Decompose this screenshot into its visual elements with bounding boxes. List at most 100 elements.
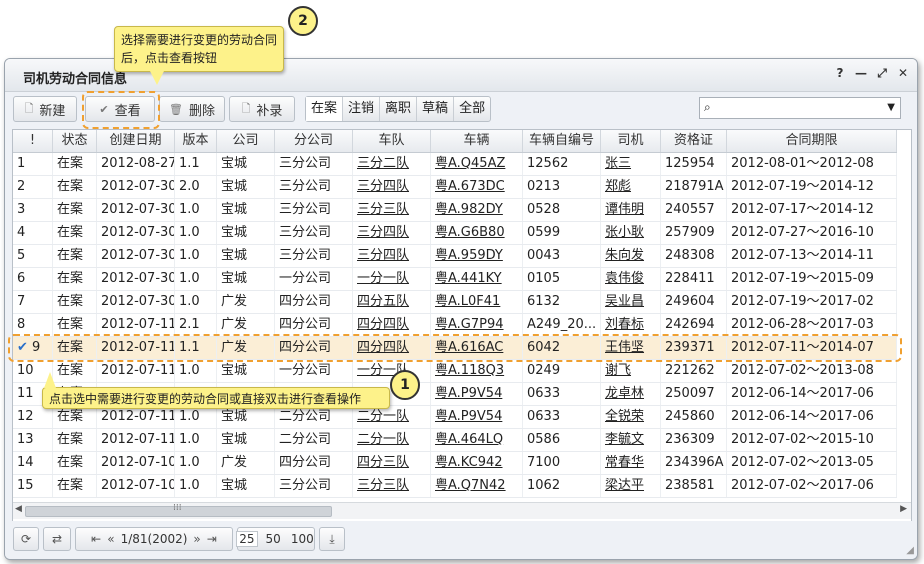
page-size-25[interactable]: 25 bbox=[236, 531, 258, 547]
filter-draft[interactable]: 草稿 bbox=[417, 97, 455, 121]
cell-version: 1.0 bbox=[175, 291, 217, 313]
cell-fleet[interactable]: 三分四队 bbox=[353, 222, 431, 244]
cell-vehicle-code: A249_20... bbox=[523, 314, 601, 336]
first-page-icon[interactable]: ⇤ bbox=[91, 532, 101, 546]
table-row[interactable]: 7 在案 2012-07-30 1.0 广发 四分公司 四分五队 粤A.L0F41 6132 吴业… bbox=[13, 291, 897, 314]
column-header-vehicle[interactable]: 车辆 bbox=[431, 130, 523, 152]
supplement-button[interactable]: 🗋 补录 bbox=[229, 96, 295, 122]
page-size-100[interactable]: 100 bbox=[289, 532, 316, 546]
table-row[interactable]: 15 在案 2012-07-10 1.0 宝城 三分公司 三分三队 粤A.Q7N42 1062 梁… bbox=[13, 475, 897, 498]
cell-version: 1.0 bbox=[175, 199, 217, 221]
table-row[interactable]: 5 在案 2012-07-30 1.0 宝城 三分公司 三分四队 粤A.959DY 0043 朱向… bbox=[13, 245, 897, 268]
filter-all[interactable]: 全部 bbox=[454, 97, 490, 121]
cell-vehicle[interactable]: 粤A.982DY bbox=[431, 199, 523, 221]
cell-vehicle[interactable]: 粤A.L0F41 bbox=[431, 291, 523, 313]
callout-step-1: 点击选中需要进行变更的劳动合同或直接双击进行查看操作 bbox=[42, 387, 390, 409]
cell-vehicle[interactable]: 粤A.P9V54 bbox=[431, 383, 523, 405]
cell-vehicle[interactable]: 粤A.464LQ bbox=[431, 429, 523, 451]
cell-fleet[interactable]: 四分三队 bbox=[353, 452, 431, 474]
cell-driver[interactable]: 袁伟俊 bbox=[601, 268, 661, 290]
filter-active[interactable]: 在案 bbox=[306, 97, 344, 121]
cell-driver[interactable]: 全锐荣 bbox=[601, 406, 661, 428]
cell-driver[interactable]: 朱向发 bbox=[601, 245, 661, 267]
column-header-contract-period[interactable]: 合同期限 bbox=[727, 130, 897, 152]
chevron-down-icon[interactable]: ▼ bbox=[887, 102, 895, 113]
maximize-icon[interactable]: ⤢ bbox=[876, 66, 888, 81]
cell-driver[interactable]: 常春华 bbox=[601, 452, 661, 474]
last-page-icon[interactable]: ⇥ bbox=[207, 532, 217, 546]
cell-vehicle[interactable]: 粤A.G7P94 bbox=[431, 314, 523, 336]
table-row[interactable]: 10 在案 2012-07-11 1.0 宝城 一分公司 一分一队 粤A.118Q3 0249 谢… bbox=[13, 360, 897, 383]
minimize-icon[interactable]: — bbox=[855, 66, 867, 81]
column-header-license[interactable]: 资格证 bbox=[661, 130, 727, 152]
table-row[interactable]: 14 在案 2012-07-10 1.0 广发 四分公司 四分三队 粤A.KC942 7100 常… bbox=[13, 452, 897, 475]
cell-driver[interactable]: 龙卓林 bbox=[601, 383, 661, 405]
filter-resigned[interactable]: 离职 bbox=[380, 97, 418, 121]
table-row[interactable]: 6 在案 2012-07-30 1.0 宝城 一分公司 一分一队 粤A.441KY 0105 袁伟… bbox=[13, 268, 897, 291]
table-row[interactable]: 3 在案 2012-07-30 1.0 宝城 三分公司 三分三队 粤A.982DY 0528 谭伟… bbox=[13, 199, 897, 222]
swap-button[interactable]: ⇄ bbox=[43, 527, 71, 551]
column-header-company[interactable]: 公司 bbox=[217, 130, 275, 152]
column-header-created-date[interactable]: 创建日期 bbox=[97, 130, 175, 152]
cell-vehicle[interactable]: 粤A.Q45AZ bbox=[431, 153, 523, 175]
table-row[interactable]: 4 在案 2012-07-30 1.0 宝城 三分公司 三分四队 粤A.G6B80 0599 张小… bbox=[13, 222, 897, 245]
next-page-icon[interactable]: » bbox=[193, 532, 200, 546]
window-controls: ? — ⤢ ✕ bbox=[834, 66, 909, 81]
new-button[interactable]: 🗋 新建 bbox=[13, 96, 77, 122]
cell-driver[interactable]: 李毓文 bbox=[601, 429, 661, 451]
column-header-fleet[interactable]: 车队 bbox=[353, 130, 431, 152]
refresh-button[interactable]: ⟳ bbox=[13, 527, 39, 551]
cell-created-date: 2012-07-10 bbox=[97, 452, 175, 474]
cell-vehicle[interactable]: 粤A.441KY bbox=[431, 268, 523, 290]
cell-driver[interactable]: 张小耿 bbox=[601, 222, 661, 244]
cell-driver[interactable]: 吴业昌 bbox=[601, 291, 661, 313]
delete-button[interactable]: 🗑 删除 bbox=[159, 96, 225, 122]
cell-fleet[interactable]: 一分一队 bbox=[353, 268, 431, 290]
cell-company: 宝城 bbox=[217, 475, 275, 497]
column-header-driver[interactable]: 司机 bbox=[601, 130, 661, 152]
cell-fleet[interactable]: 四分四队 bbox=[353, 314, 431, 336]
cell-fleet[interactable]: 四分五队 bbox=[353, 291, 431, 313]
cell-fleet[interactable]: 三分二队 bbox=[353, 153, 431, 175]
column-header-branch[interactable]: 分公司 bbox=[275, 130, 353, 152]
cell-fleet[interactable]: 三分四队 bbox=[353, 245, 431, 267]
help-icon[interactable]: ? bbox=[834, 66, 846, 81]
cell-branch: 三分公司 bbox=[275, 245, 353, 267]
cell-fleet[interactable]: 二分一队 bbox=[353, 429, 431, 451]
resize-grip-icon[interactable]: ◢ bbox=[906, 545, 914, 556]
close-icon[interactable]: ✕ bbox=[897, 66, 909, 81]
column-header-version[interactable]: 版本 bbox=[175, 130, 217, 152]
cell-driver[interactable]: 张三 bbox=[601, 153, 661, 175]
cell-vehicle[interactable]: 粤A.Q7N42 bbox=[431, 475, 523, 497]
cell-vehicle[interactable]: 粤A.P9V54 bbox=[431, 406, 523, 428]
table-row[interactable]: 13 在案 2012-07-11 1.0 宝城 二分公司 二分一队 粤A.464LQ 0586 李… bbox=[13, 429, 897, 452]
cell-vehicle[interactable]: 粤A.118Q3 bbox=[431, 360, 523, 382]
export-button[interactable]: ⤓ bbox=[319, 527, 345, 551]
filter-cancelled[interactable]: 注销 bbox=[343, 97, 381, 121]
page-size-50[interactable]: 50 bbox=[264, 532, 283, 546]
scroll-left-icon[interactable]: ◀ bbox=[15, 504, 22, 514]
cell-fleet[interactable]: 二分一队 bbox=[353, 406, 431, 428]
scroll-right-icon[interactable]: ▶ bbox=[900, 504, 907, 514]
cell-vehicle[interactable]: 粤A.673DC bbox=[431, 176, 523, 198]
cell-driver[interactable]: 谭伟明 bbox=[601, 199, 661, 221]
cell-vehicle[interactable]: 粤A.KC942 bbox=[431, 452, 523, 474]
prev-page-icon[interactable]: « bbox=[107, 532, 114, 546]
cell-fleet[interactable]: 三分四队 bbox=[353, 176, 431, 198]
cell-fleet[interactable]: 三分三队 bbox=[353, 475, 431, 497]
cell-vehicle[interactable]: 粤A.G6B80 bbox=[431, 222, 523, 244]
cell-driver[interactable]: 梁达平 bbox=[601, 475, 661, 497]
cell-vehicle[interactable]: 粤A.959DY bbox=[431, 245, 523, 267]
search-input[interactable]: ⌕ ▼ bbox=[699, 97, 901, 119]
column-header-status[interactable]: 状态 bbox=[53, 130, 97, 152]
column-header-vehicle-code[interactable]: 车辆自编号 bbox=[523, 130, 601, 152]
cell-driver[interactable]: 郑彪 bbox=[601, 176, 661, 198]
cell-driver[interactable]: 谢飞 bbox=[601, 360, 661, 382]
cell-created-date: 2012-07-30 bbox=[97, 245, 175, 267]
horizontal-scrollbar[interactable]: ◀ ⁞⁞⁞ ▶ bbox=[13, 502, 911, 519]
cell-driver[interactable]: 刘春标 bbox=[601, 314, 661, 336]
table-row[interactable]: 2 在案 2012-07-30 2.0 宝城 三分公司 三分四队 粤A.673DC 0213 郑彪… bbox=[13, 176, 897, 199]
cell-fleet[interactable]: 三分三队 bbox=[353, 199, 431, 221]
table-row[interactable]: 1 在案 2012-08-27 1.1 宝城 三分公司 三分二队 粤A.Q45AZ 12562 张… bbox=[13, 153, 897, 176]
column-header-row-number[interactable]: ! bbox=[13, 130, 53, 152]
